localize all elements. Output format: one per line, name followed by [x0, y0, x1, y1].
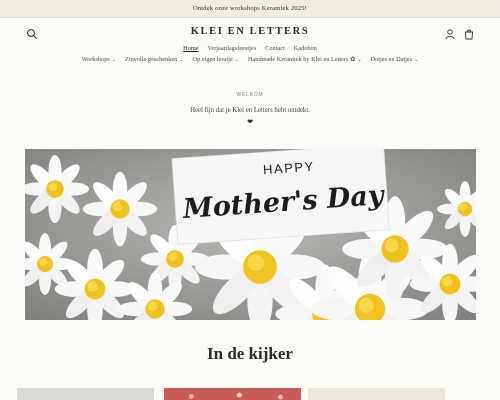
chevron-down-icon: ⌄	[357, 58, 362, 63]
chevron-down-icon: ⌄	[111, 58, 117, 63]
nav-workshops-label: Workshops	[81, 56, 110, 63]
secondary-nav: Workshops ⌄ Zinvolle geschenken ⌄ Op eigen…	[60, 56, 440, 63]
nav-op-eigen-houtje[interactable]: Op eigen houtje ⌄	[193, 56, 239, 63]
chevron-down-icon: ⌄	[234, 58, 239, 63]
product-card[interactable]	[17, 388, 154, 400]
nav-handmade-keramiek-label: Handmade Keramiek by Klei en Letters ✿	[247, 56, 356, 63]
product-card[interactable]	[308, 388, 445, 400]
nav-kadobon[interactable]: Kadobon	[294, 45, 317, 52]
announcement-divider	[0, 17, 500, 18]
nav-zinvolle-geschenken-label: Zinvolle geschenken	[125, 56, 178, 63]
product-image	[164, 388, 301, 400]
announcement-text: Ontdek onze workshops Keramiek 2025!	[192, 5, 308, 12]
welcome-eyebrow: WELKOM	[236, 92, 264, 98]
nav-op-eigen-houtje-label: Op eigen houtje	[192, 56, 233, 63]
nav-handmade-keramiek[interactable]: Handmade Keramiek by Klei en Letters ✿ ⌄	[248, 56, 362, 63]
cart-icon[interactable]	[463, 28, 475, 40]
nav-dotjes-en-datjes-label: Dotjes en Datjes	[370, 56, 413, 63]
account-icon[interactable]	[444, 28, 456, 40]
chevron-down-icon: ⌄	[414, 58, 419, 63]
nav-verjaardagsfeestjes[interactable]: Verjaardagsfeestjes	[208, 45, 257, 52]
nav-zinvolle-geschenken[interactable]: Zinvolle geschenken ⌄	[125, 56, 184, 63]
product-card[interactable]	[164, 388, 301, 400]
welcome-text: Heel fijn dat je Klei en Letters hebt on…	[190, 107, 310, 114]
chevron-down-icon: ⌄	[179, 58, 184, 63]
greeting-card: HAPPY Mother's Day	[171, 149, 390, 245]
primary-nav: Home Verjaardagsfeestjes Contact Kadobon	[150, 45, 350, 52]
hero-image: HAPPY Mother's Day	[25, 149, 476, 320]
site-logo[interactable]: KLEI EN LETTERS	[190, 26, 310, 37]
hero-banner[interactable]: HAPPY Mother's Day	[25, 149, 476, 320]
nav-workshops[interactable]: Workshops ⌄	[82, 56, 116, 63]
nav-home[interactable]: Home	[183, 45, 198, 52]
nav-dotjes-en-datjes[interactable]: Dotjes en Datjes ⌄	[371, 56, 419, 63]
search-icon[interactable]	[26, 28, 38, 40]
nav-contact[interactable]: Contact	[265, 45, 285, 52]
heart-icon: ❤	[247, 118, 253, 126]
featured-section-title: In de kijker	[207, 344, 293, 363]
announcement-bar[interactable]: Ontdek onze workshops Keramiek 2025!	[0, 0, 500, 17]
